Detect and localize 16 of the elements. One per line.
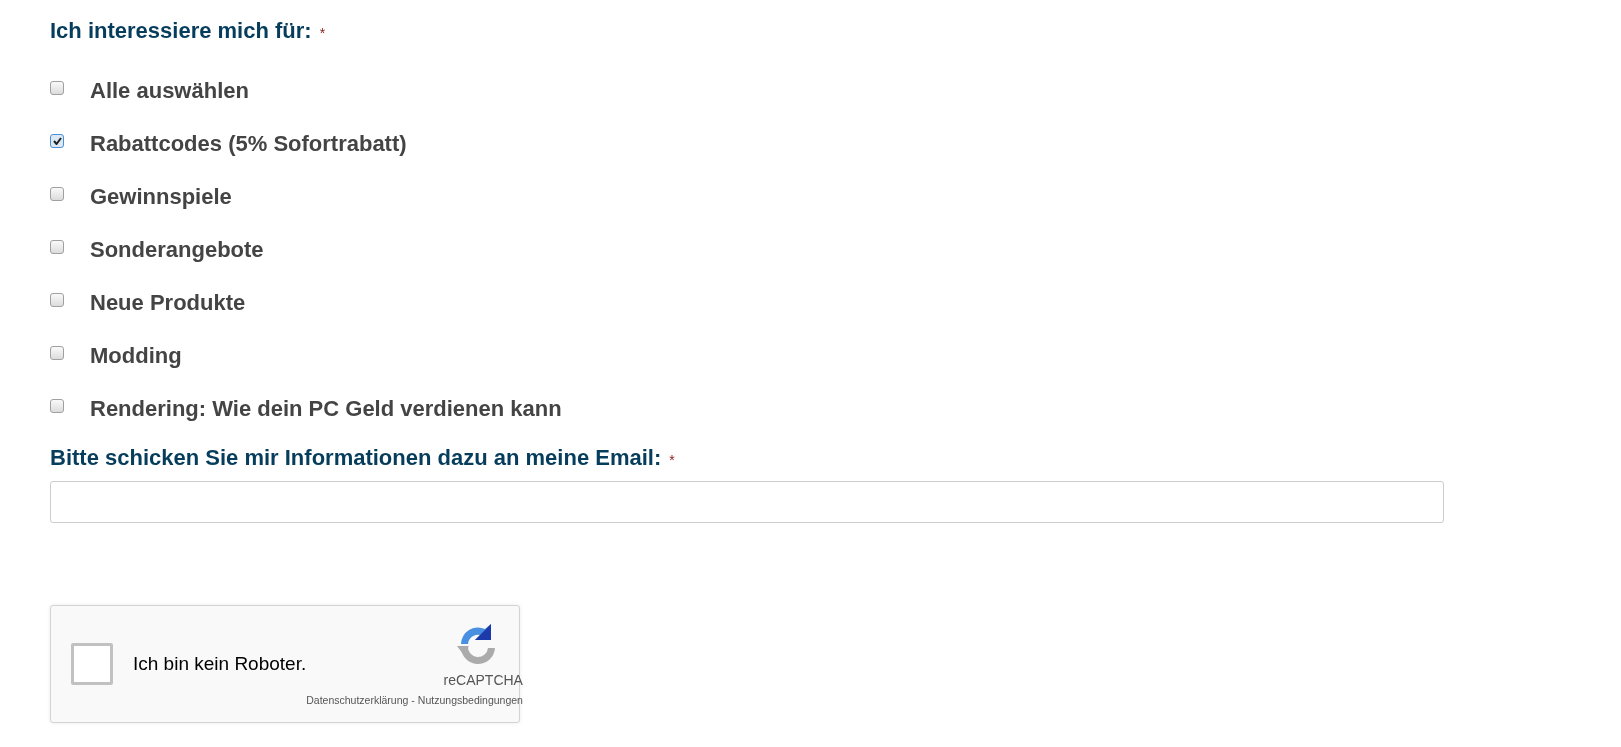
option-label[interactable]: Rabattcodes (5% Sofortrabatt) xyxy=(90,130,407,157)
required-mark: * xyxy=(669,452,675,468)
captcha-label: Ich bin kein Roboter. xyxy=(133,653,307,675)
terms-link[interactable]: Nutzungsbedingungen xyxy=(417,694,523,706)
option-label[interactable]: Gewinnspiele xyxy=(90,183,232,210)
field-label: Bitte schicken Sie mir Informationen dazu an meine Email: xyxy=(50,445,662,471)
option-label[interactable]: Modding xyxy=(90,342,182,369)
option-label[interactable]: Rendering: Wie dein PC Geld verdienen kann xyxy=(90,395,562,422)
required-mark: * xyxy=(319,25,326,41)
option-label[interactable]: Neue Produkte xyxy=(90,289,246,316)
option-label[interactable]: Sonderangebote xyxy=(90,236,264,263)
captcha-brand: reCAPTCHA xyxy=(443,672,523,688)
option-label[interactable]: Alle auswählen xyxy=(90,77,249,104)
privacy-link[interactable]: Datenschutzerklärung xyxy=(306,694,409,706)
link-separator: - xyxy=(411,694,415,706)
section-heading: Ich interessiere mich für: xyxy=(50,18,312,44)
